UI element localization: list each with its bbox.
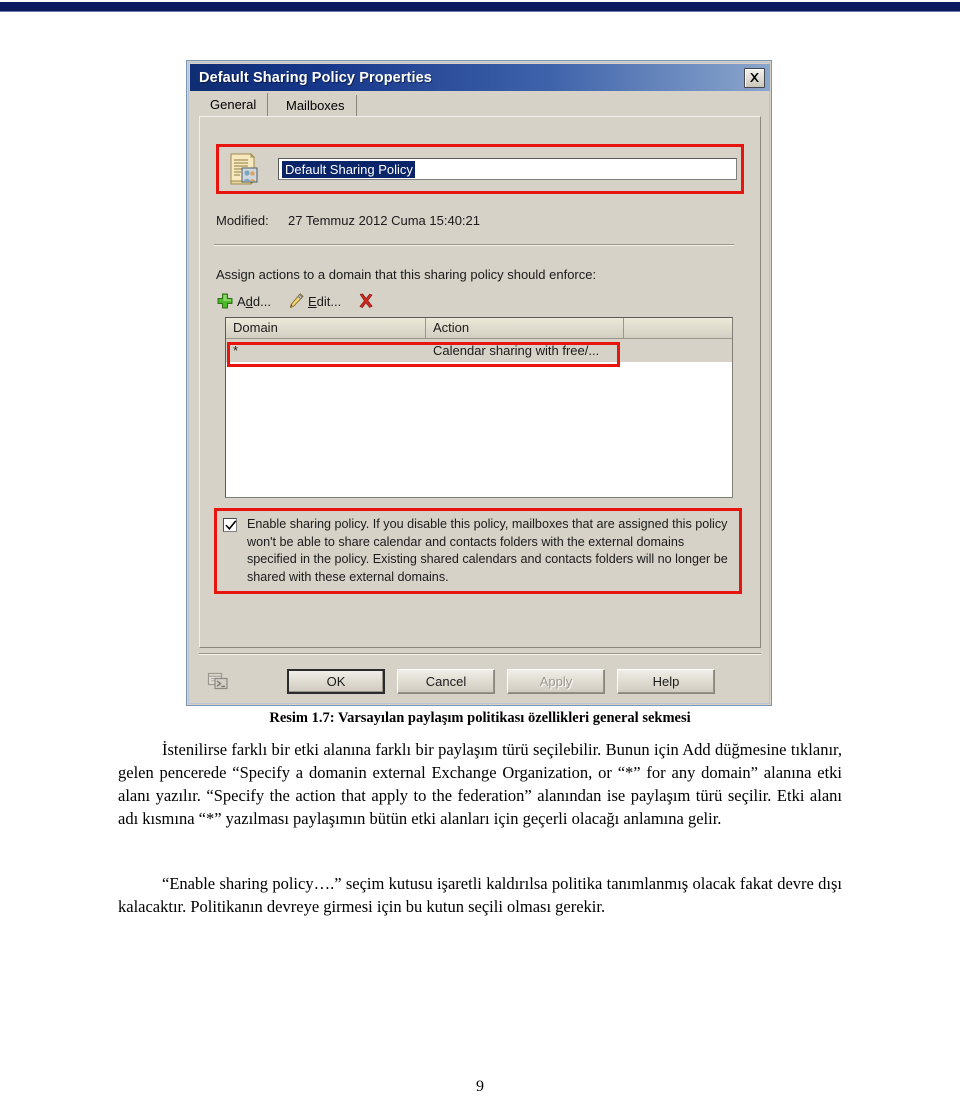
tab-mailboxes[interactable]: Mailboxes (275, 95, 357, 116)
cancel-button[interactable]: Cancel (397, 668, 495, 694)
help-button[interactable]: Help (617, 668, 715, 694)
column-header-action[interactable]: Action (426, 318, 624, 338)
modified-label: Modified: (216, 213, 269, 228)
listview-header: Domain Action (226, 318, 732, 339)
close-button[interactable] (744, 67, 765, 88)
body-paragraph-1: İstenilirse farklı bir etki alanına fark… (118, 740, 842, 828)
policy-name-row: Default Sharing Policy (227, 149, 737, 189)
edit-button-label: Edit... (307, 293, 342, 309)
cell-domain: * (233, 343, 239, 358)
dialog-titlebar[interactable]: Default Sharing Policy Properties (190, 64, 770, 91)
dialog-title: Default Sharing Policy Properties (199, 69, 432, 86)
modified-value: 27 Temmuz 2012 Cuma 15:40:21 (288, 213, 480, 228)
policy-name-value: Default Sharing Policy (282, 160, 415, 178)
default-sharing-policy-properties-dialog: Default Sharing Policy Properties Genera… (186, 60, 772, 706)
screenshot-figure: Default Sharing Policy Properties Genera… (186, 60, 774, 710)
add-button-label: Add... (237, 293, 271, 309)
powershell-command-icon[interactable] (207, 670, 229, 692)
pencil-icon (287, 292, 305, 310)
delete-button[interactable] (357, 292, 378, 310)
figure-caption: Resim 1.7: Varsayılan paylaşım politikas… (269, 710, 691, 726)
enable-sharing-policy-checkbox[interactable] (223, 518, 237, 532)
enable-sharing-policy-label: Enable sharing policy. If you disable th… (247, 517, 728, 584)
sharing-policy-icon (227, 151, 261, 187)
delete-x-icon (357, 292, 375, 310)
dialog-tabstrip: General Mailboxes (199, 93, 761, 116)
table-row[interactable]: * Calendar sharing with free/... (226, 339, 732, 362)
enable-sharing-policy-row[interactable]: Enable sharing policy. If you disable th… (223, 516, 733, 586)
add-button[interactable]: Add... (216, 292, 271, 310)
ok-button[interactable]: OK (287, 668, 385, 694)
section-divider (214, 244, 734, 246)
domain-action-listview[interactable]: Domain Action * Calendar sharing with fr… (225, 317, 733, 498)
edit-button[interactable]: Edit... (287, 292, 341, 310)
cell-action: Calendar sharing with free/... (433, 343, 600, 358)
listview-empty-area (226, 362, 732, 496)
footer-divider (199, 653, 761, 655)
page-top-rule (0, 2, 960, 12)
apply-button: Apply (507, 668, 605, 694)
policy-name-input[interactable]: Default Sharing Policy (278, 158, 737, 180)
plus-icon (216, 292, 234, 310)
column-header-blank[interactable] (624, 318, 732, 338)
assign-actions-label: Assign actions to a domain that this sha… (216, 267, 597, 282)
dialog-footer: OK Cancel Apply Help (199, 658, 761, 704)
tab-general[interactable]: General (199, 93, 269, 116)
column-header-domain[interactable]: Domain (226, 318, 426, 338)
close-icon (748, 71, 761, 84)
list-command-bar: Add... Edit... (216, 290, 378, 312)
page-number: 9 (476, 1078, 484, 1095)
modified-row: Modified: 27 Temmuz 2012 Cuma 15:40:21 (216, 213, 736, 228)
dialog-button-group: OK Cancel Apply Help (287, 668, 715, 694)
body-paragraph-2: “Enable sharing policy….” seçim kutusu i… (118, 874, 842, 916)
